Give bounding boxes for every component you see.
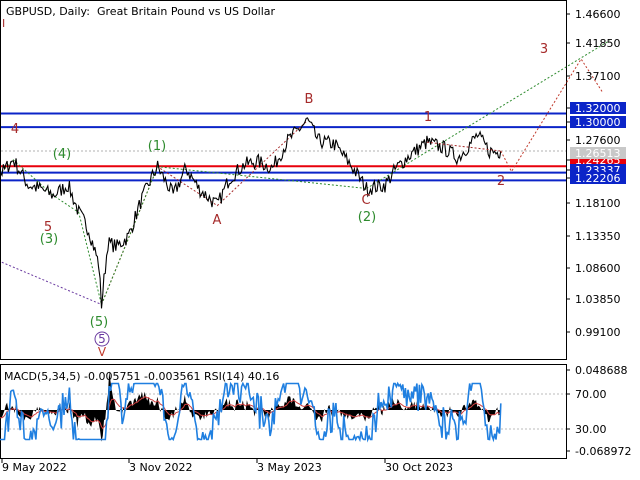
symbol-description: Great Britain Pound vs US Dollar xyxy=(97,5,276,18)
indicator-tick-label-2: 30.00 xyxy=(575,423,607,436)
wave-label-wA: A xyxy=(213,213,222,228)
price-tick-label-4: 1.30000 xyxy=(575,116,621,129)
wave-label-w4-paren: (4) xyxy=(53,147,71,162)
wave-label-w4-main: 4 xyxy=(11,122,19,137)
price-tick-label-2: 1.37100 xyxy=(575,70,621,83)
wave-label-w3-paren: (3) xyxy=(40,232,58,247)
price-tick-label-3: 1.32000 xyxy=(575,102,621,115)
price-tick-label-12: 1.03850 xyxy=(575,293,621,306)
wave-label-w2: 2 xyxy=(497,174,505,189)
wave-label-w2-paren: (2) xyxy=(358,210,376,225)
price-tick-label-9: 1.18100 xyxy=(575,197,621,210)
time-tick-label-3: 30 Oct 2023 xyxy=(385,461,453,474)
wave-label-wB: B xyxy=(305,92,314,107)
wave-label-w5-paren: (5) xyxy=(90,315,108,330)
price-tick-label-8: 1.22206 xyxy=(575,172,621,185)
wave-label-wV: V xyxy=(98,345,107,359)
price-tick-label-5: 1.27600 xyxy=(575,134,621,147)
time-axis: 9 May 2022 3 Nov 2022 3 May 2023 30 Oct 202… xyxy=(1,459,453,474)
wave-label-w3: 3 xyxy=(540,42,548,57)
time-tick-label-2: 3 May 2023 xyxy=(257,461,322,474)
price-axis: 1.46600 1.41850 1.37100 1.320001.30000 1.276… xyxy=(566,8,626,339)
time-tick-label-0: 9 May 2022 xyxy=(2,461,67,474)
wave-label-wC: C xyxy=(361,193,370,208)
wave-label-w1-paren: (1) xyxy=(148,139,166,154)
symbol-label: GBPUSD, Daily: xyxy=(6,5,90,18)
price-tick-label-11: 1.08600 xyxy=(575,262,621,275)
indicator-tick-label-0: 0.048688 xyxy=(575,364,628,377)
price-tick-label-13: 0.99100 xyxy=(575,326,621,339)
wave-label-w5-circled: 5 xyxy=(98,332,106,346)
indicator-tick-label-3: -0.068972 xyxy=(575,445,631,458)
indicator-tick-label-1: 70.00 xyxy=(575,388,607,401)
wave-label-w1: 1 xyxy=(424,110,432,125)
price-tick-label-0: 1.46600 xyxy=(575,8,621,21)
price-tick-label-1: 1.41850 xyxy=(575,37,621,50)
chart-root: 4(4)5(3)(5)5V(1)ABC(2)123 GBPUSD, Daily:… xyxy=(0,0,631,474)
current-price-label: 1.26513 xyxy=(575,147,621,160)
time-tick-label-1: 3 Nov 2022 xyxy=(129,461,192,474)
corner-mark: I xyxy=(2,17,5,30)
price-tick-label-10: 1.13350 xyxy=(575,230,621,243)
indicator-label: MACD(5,34,5) -0.005751 -0.003561 RSI(14)… xyxy=(4,370,279,383)
indicator-axis: 0.048688 70.00 30.00 -0.068972 xyxy=(566,364,631,458)
